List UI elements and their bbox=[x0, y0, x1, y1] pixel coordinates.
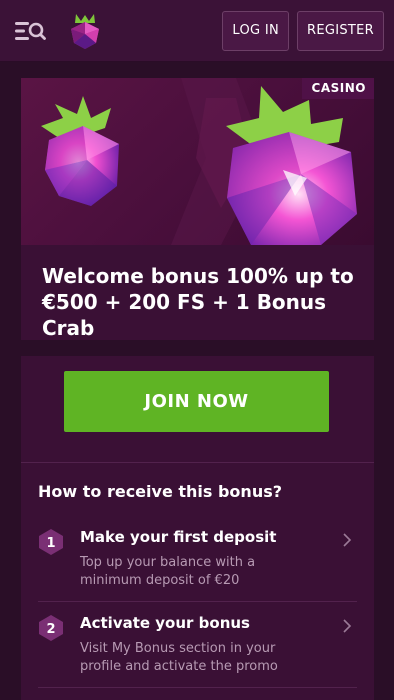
step-number-badge-icon: 2 bbox=[39, 615, 63, 641]
chevron-right-icon bbox=[343, 533, 352, 547]
step-title: Make your first deposit bbox=[80, 528, 277, 546]
svg-text:2: 2 bbox=[46, 622, 55, 637]
casino-badge: CASINO bbox=[301, 78, 374, 99]
menu-search-icon[interactable] bbox=[14, 19, 48, 43]
step-item[interactable]: 2 Activate your bonus Visit My Bonus sec… bbox=[38, 614, 357, 678]
header-actions: LOG IN REGISTER bbox=[222, 10, 384, 51]
divider bbox=[38, 687, 357, 688]
top-header: LOG IN REGISTER bbox=[0, 0, 394, 62]
register-button[interactable]: REGISTER bbox=[297, 10, 384, 51]
step-number-badge-icon: 1 bbox=[39, 529, 63, 555]
how-to-title: How to receive this bonus? bbox=[38, 482, 283, 501]
step-description: Visit My Bonus section in your profile a… bbox=[80, 641, 278, 674]
header-left bbox=[14, 12, 102, 50]
step-description: Top up your balance with a minimum depos… bbox=[80, 555, 256, 588]
login-button[interactable]: LOG IN bbox=[222, 10, 289, 51]
join-now-button[interactable]: JOIN NOW bbox=[64, 371, 329, 432]
divider bbox=[21, 462, 374, 463]
promo-title: Welcome bonus 100% up to €500 + 200 FS +… bbox=[42, 264, 354, 340]
promo-hero-image: CASINO bbox=[21, 78, 374, 245]
chevron-right-icon bbox=[343, 619, 352, 633]
divider bbox=[38, 601, 357, 602]
step-item[interactable]: 1 Make your first deposit Top up your ba… bbox=[38, 528, 357, 592]
promo-card[interactable]: CASINO Welcome bonus 100% up to €500 + 2… bbox=[21, 78, 374, 340]
bonus-card: JOIN NOW How to receive this bonus? 1 Ma… bbox=[21, 356, 374, 700]
step-title: Activate your bonus bbox=[80, 614, 250, 632]
raspberry-logo-icon[interactable] bbox=[68, 12, 102, 50]
svg-text:1: 1 bbox=[46, 536, 55, 551]
